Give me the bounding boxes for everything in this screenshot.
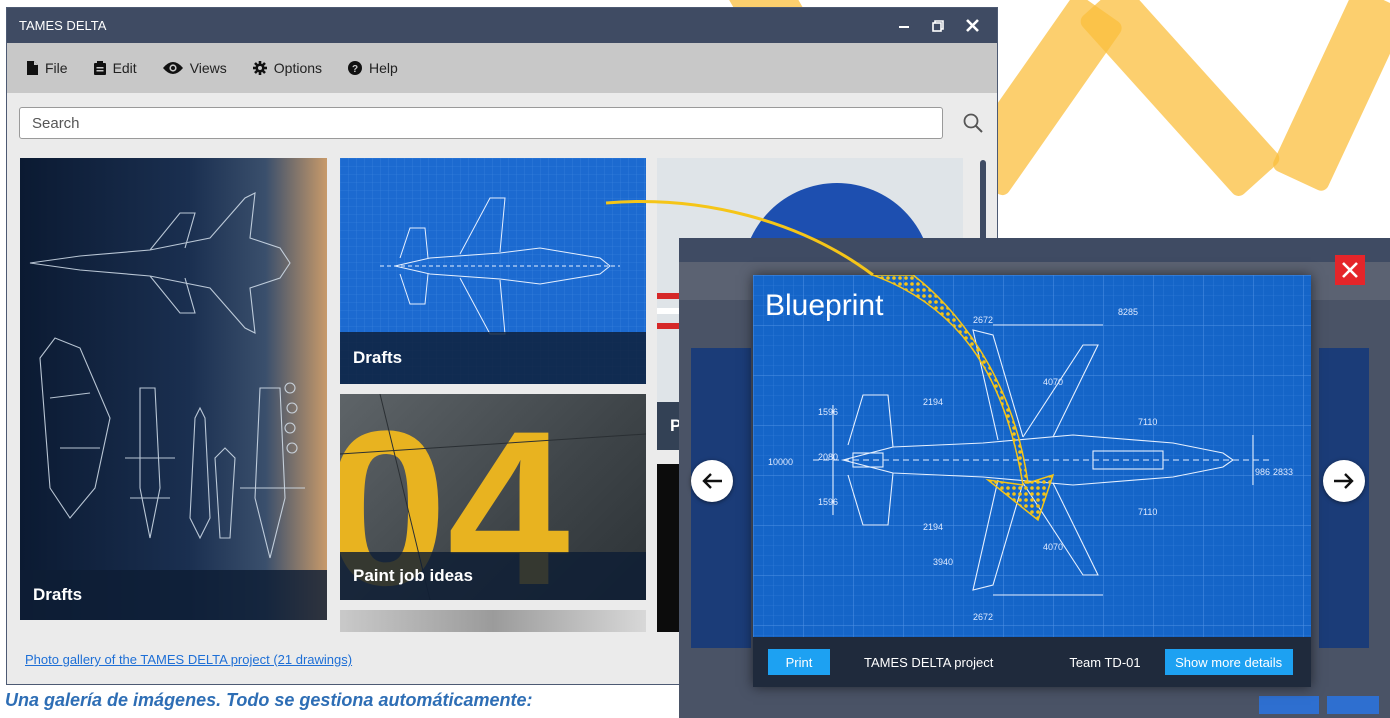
menu-views-label: Views <box>189 60 227 76</box>
eye-icon <box>162 62 183 74</box>
menu-options-label: Options <box>273 60 323 76</box>
close-button[interactable] <box>955 8 989 43</box>
minimize-icon <box>899 25 909 28</box>
dimension-label: 2194 <box>923 397 943 407</box>
viewer-background-button <box>1259 696 1319 714</box>
viewer-close-button[interactable] <box>1335 255 1365 285</box>
aircraft-sketch-image <box>29 192 305 559</box>
menu-file-label: File <box>45 60 68 76</box>
print-button[interactable]: Print <box>768 649 830 675</box>
team-label: Team TD-01 <box>1069 654 1141 670</box>
blueprint-image: 2672 8285 4070 7110 7110 1596 2080 1596 … <box>753 275 1311 637</box>
file-icon <box>27 61 38 75</box>
dimension-label: 2194 <box>923 522 943 532</box>
dimension-label: 7110 <box>1138 507 1157 517</box>
dimension-label: 2833 <box>1273 467 1293 477</box>
menu-file[interactable]: File <box>27 60 68 76</box>
lightbox-title: Blueprint <box>765 289 884 322</box>
viewer-background-titlebar <box>679 238 1390 262</box>
dimension-label: 2672 <box>973 315 993 325</box>
blueprint-lightbox: 2672 8285 4070 7110 7110 1596 2080 1596 … <box>753 275 1311 687</box>
restore-icon <box>932 19 944 32</box>
search-icon[interactable] <box>961 111 985 135</box>
lightbox-toolbar: Print TAMES DELTA project Team TD-01 Sho… <box>753 637 1311 687</box>
gallery-tile-partial[interactable] <box>340 610 646 632</box>
watermark-stroke <box>1270 0 1390 194</box>
menu-help[interactable]: ? Help <box>348 60 398 76</box>
search-input[interactable] <box>19 107 943 139</box>
dimension-label: 2080 <box>818 452 838 462</box>
restore-button[interactable] <box>921 8 955 43</box>
menu-edit-label: Edit <box>112 60 137 76</box>
dimension-label: 2672 <box>973 612 993 622</box>
dimension-label: 1596 <box>818 497 838 507</box>
dimension-label: 4070 <box>1043 377 1063 387</box>
figure-caption: Una galería de imágenes. Todo se gestion… <box>5 690 533 710</box>
tile-caption: Drafts <box>340 332 646 384</box>
gallery-tile-drafts-blueprint[interactable]: Drafts <box>340 158 646 384</box>
gallery-tile-paint-job[interactable]: 04 Paint job ideas <box>340 394 646 600</box>
prev-arrow-button[interactable] <box>691 460 733 502</box>
dimension-label: 8285 <box>1118 307 1138 317</box>
next-arrow-button[interactable] <box>1323 460 1365 502</box>
arrow-left-icon <box>702 473 722 489</box>
menu-options[interactable]: Options <box>252 60 323 76</box>
menu-help-label: Help <box>369 60 398 76</box>
watermark-stroke <box>1077 0 1283 200</box>
screenshot-stage: TAMES DELTA File Edit Views Options ? He… <box>0 0 1390 718</box>
dimension-label: 4070 <box>1043 542 1063 552</box>
minimize-button[interactable] <box>887 8 921 43</box>
arrow-right-icon <box>1334 473 1354 489</box>
project-label: TAMES DELTA project <box>864 654 994 670</box>
menu-edit[interactable]: Edit <box>93 60 137 76</box>
tile-caption: Paint job ideas <box>340 552 646 600</box>
gallery-tile-drafts-large[interactable]: Drafts <box>20 158 327 620</box>
dimension-label: 986 <box>1255 467 1270 477</box>
menu-bar: File Edit Views Options ? Help <box>7 43 997 93</box>
dimension-label: 3940 <box>933 557 953 567</box>
svg-text:?: ? <box>352 64 358 75</box>
help-circle-icon: ? <box>348 61 363 75</box>
title-bar: TAMES DELTA <box>7 8 997 43</box>
dimension-label: 10000 <box>768 457 793 467</box>
viewer-background-button <box>1327 696 1379 714</box>
gear-icon <box>252 61 267 75</box>
dimension-label: 7110 <box>1138 417 1157 427</box>
gallery-scrollbar[interactable] <box>980 160 986 250</box>
close-icon <box>1342 262 1358 278</box>
close-icon <box>965 19 979 32</box>
clipboard-icon <box>93 61 106 75</box>
window-title: TAMES DELTA <box>19 18 107 33</box>
gallery-footer-link[interactable]: Photo gallery of the TAMES DELTA project… <box>25 652 352 667</box>
tile-caption: Drafts <box>20 570 327 620</box>
search-row <box>19 107 985 139</box>
menu-views[interactable]: Views <box>162 60 227 76</box>
dimension-label: 1596 <box>818 407 838 417</box>
show-details-button[interactable]: Show more details <box>1164 649 1293 675</box>
